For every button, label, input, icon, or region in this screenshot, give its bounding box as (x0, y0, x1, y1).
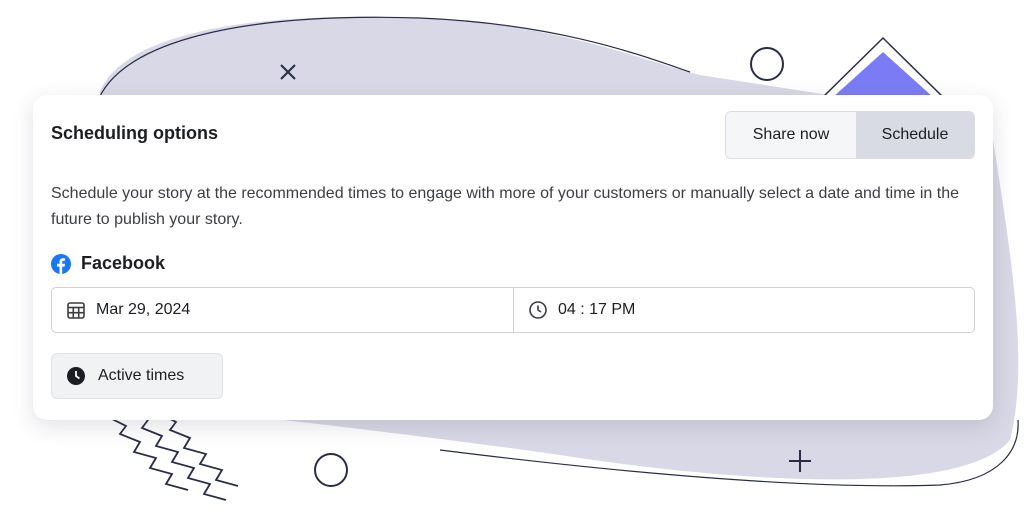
clock-icon (528, 300, 548, 320)
card-title: Scheduling options (51, 123, 218, 143)
time-field[interactable]: 04 : 17 PM (514, 288, 974, 332)
platform-row: Facebook (51, 253, 165, 274)
clock-filled-icon (66, 366, 86, 386)
share-now-button[interactable]: Share now (726, 112, 856, 158)
triangle-decoration (820, 36, 946, 99)
outline-circle-bottom (314, 453, 348, 487)
zigzag-decoration (109, 411, 239, 501)
scheduling-card: Scheduling options Share now Schedule Sc… (33, 95, 993, 420)
mode-toggle: Share now Schedule (725, 111, 975, 159)
calendar-icon (66, 300, 86, 320)
active-times-label: Active times (98, 367, 185, 384)
outline-circle-top (750, 47, 784, 81)
schedule-button[interactable]: Schedule (856, 112, 974, 158)
date-value: Mar 29, 2024 (96, 301, 191, 318)
platform-label: Facebook (81, 253, 166, 273)
time-value: 04 : 17 PM (558, 301, 636, 318)
stage: Scheduling options Share now Schedule Sc… (0, 0, 1024, 527)
date-field[interactable]: Mar 29, 2024 (52, 288, 514, 332)
description-text: Schedule your story at the recommended t… (51, 185, 960, 228)
facebook-icon (51, 253, 71, 274)
active-times-button[interactable]: Active times (51, 353, 223, 399)
datetime-picker: Mar 29, 2024 04 : 17 PM (51, 287, 975, 333)
